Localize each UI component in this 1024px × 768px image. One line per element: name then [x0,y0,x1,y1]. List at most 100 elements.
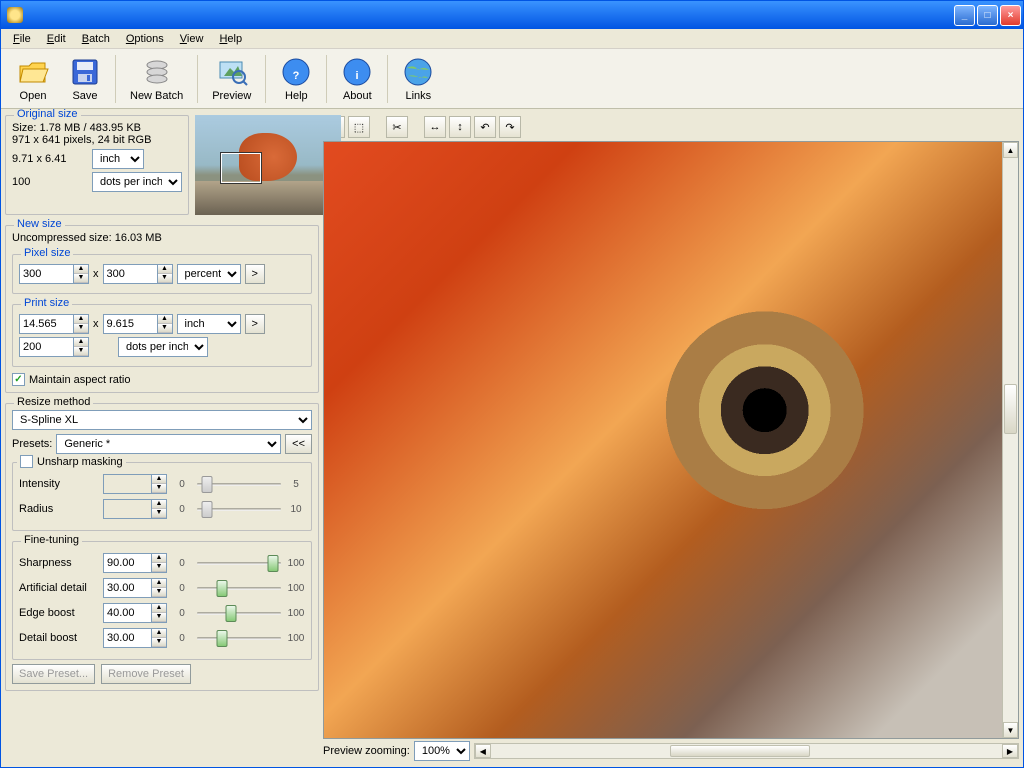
sharpness-input[interactable] [103,553,151,573]
detail-boost-slider[interactable] [197,637,281,640]
pixel-go-button[interactable]: > [245,264,265,284]
menu-help[interactable]: Help [211,31,250,47]
crop-tool-button[interactable]: ✂ [386,116,408,138]
scroll-left-button[interactable]: ◀ [475,744,491,758]
preview-icon [216,56,248,88]
save-button[interactable]: Save [59,54,111,104]
batch-icon [141,56,173,88]
flip-h-icon: ↔ [430,121,441,133]
save-preset-button[interactable]: Save Preset... [12,664,95,684]
floppy-save-icon [69,56,101,88]
scroll-right-button[interactable]: ▶ [1002,744,1018,758]
scroll-down-button[interactable]: ▼ [1003,722,1018,738]
sharpness-label: Sharpness [19,557,97,569]
pixel-width-spinner[interactable]: ▲▼ [73,264,89,284]
maximize-button[interactable]: □ [977,5,998,26]
preview-toolbar: ✋ ⬚ ✂ ↔ ↕ ↶ ↷ [323,113,1019,141]
marquee-tool-button[interactable]: ⬚ [348,116,370,138]
sharpness-spinner[interactable]: ▲▼ [151,553,167,573]
artificial-detail-spinner[interactable]: ▲▼ [151,578,167,598]
zoom-select[interactable]: 100% [414,741,470,761]
menu-edit[interactable]: Edit [39,31,74,47]
new-batch-button[interactable]: New Batch [120,54,193,104]
presets-select[interactable]: Generic * [56,434,281,454]
unsharp-label: Unsharp masking [37,456,123,468]
flip-vertical-button[interactable]: ↕ [449,116,471,138]
aspect-checkbox[interactable]: ✓ Maintain aspect ratio [12,373,312,386]
about-button[interactable]: i About [331,54,383,104]
open-label: Open [20,90,47,102]
artificial-detail-input[interactable] [103,578,151,598]
radius-slider [197,508,281,511]
about-label: About [343,90,372,102]
resize-method-select[interactable]: S-Spline XL [12,410,312,430]
menu-batch[interactable]: Batch [74,31,118,47]
links-button[interactable]: Links [392,54,444,104]
rotate-right-button[interactable]: ↷ [499,116,521,138]
right-panel: ✋ ⬚ ✂ ↔ ↕ ↶ ↷ ▲ ▼ Preview zooming: [323,113,1019,763]
flip-horizontal-button[interactable]: ↔ [424,116,446,138]
pixel-width-input[interactable] [19,264,73,284]
menu-options[interactable]: Options [118,31,172,47]
original-res-unit-select[interactable]: dots per inch [92,172,182,192]
detail-boost-label: Detail boost [19,632,97,644]
save-label: Save [72,90,97,102]
links-label: Links [405,90,431,102]
svg-text:?: ? [293,70,300,82]
edge-boost-slider[interactable] [197,612,281,615]
vertical-scrollbar[interactable]: ▲ ▼ [1002,142,1018,738]
edge-boost-input[interactable] [103,603,151,623]
original-unit-select[interactable]: inch [92,149,144,169]
detail-boost-spinner[interactable]: ▲▼ [151,628,167,648]
print-res-input[interactable] [19,337,73,357]
resize-method-legend: Resize method [14,396,93,408]
resize-method-group: Resize method S-Spline XL Presets: Gener… [5,403,319,691]
print-unit-select[interactable]: inch [177,314,241,334]
info-icon: i [341,56,373,88]
edge-boost-label: Edge boost [19,607,97,619]
minimize-button[interactable]: _ [954,5,975,26]
new-size-legend: New size [14,218,65,230]
open-button[interactable]: Open [7,54,59,104]
pixel-height-spinner[interactable]: ▲▼ [157,264,173,284]
app-window: _ □ × File Edit Batch Options View Help … [0,0,1024,768]
menu-bar: File Edit Batch Options View Help [1,29,1023,49]
print-res-spinner[interactable]: ▲▼ [73,337,89,357]
fine-tuning-legend: Fine-tuning [21,534,82,546]
x-label: x [93,268,99,280]
sharpness-slider[interactable] [197,562,281,565]
left-panel: Original size Size: 1.78 MB / 483.95 KB … [5,113,319,763]
scroll-up-button[interactable]: ▲ [1003,142,1018,158]
globe-icon [402,56,434,88]
print-height-spinner[interactable]: ▲▼ [157,314,173,334]
print-res-unit-select[interactable]: dots per inch [118,337,208,357]
print-go-button[interactable]: > [245,314,265,334]
thumbnail-preview[interactable] [195,115,341,211]
preset-toggle-button[interactable]: << [285,434,312,454]
artificial-detail-slider[interactable] [197,587,281,590]
detail-boost-input[interactable] [103,628,151,648]
print-width-spinner[interactable]: ▲▼ [73,314,89,334]
crop-icon: ✂ [392,121,401,134]
print-width-input[interactable] [19,314,73,334]
intensity-spinner: ▲▼ [151,474,167,494]
help-button[interactable]: ? Help [270,54,322,104]
zoom-label: Preview zooming: [323,745,410,757]
remove-preset-button[interactable]: Remove Preset [101,664,191,684]
menu-view[interactable]: View [172,31,212,47]
edge-boost-spinner[interactable]: ▲▼ [151,603,167,623]
pixel-height-input[interactable] [103,264,157,284]
unsharp-checkbox[interactable]: Unsharp masking [20,455,123,468]
horizontal-scrollbar[interactable]: ◀ ▶ [474,743,1019,759]
preview-button[interactable]: Preview [202,54,261,104]
folder-open-icon [17,56,49,88]
flip-v-icon: ↕ [457,121,463,133]
preview-area[interactable]: ▲ ▼ [323,141,1019,739]
print-size-legend: Print size [21,297,72,309]
rotate-left-button[interactable]: ↶ [474,116,496,138]
help-icon: ? [280,56,312,88]
menu-file[interactable]: File [5,31,39,47]
close-button[interactable]: × [1000,5,1021,26]
pixel-unit-select[interactable]: percent [177,264,241,284]
print-height-input[interactable] [103,314,157,334]
